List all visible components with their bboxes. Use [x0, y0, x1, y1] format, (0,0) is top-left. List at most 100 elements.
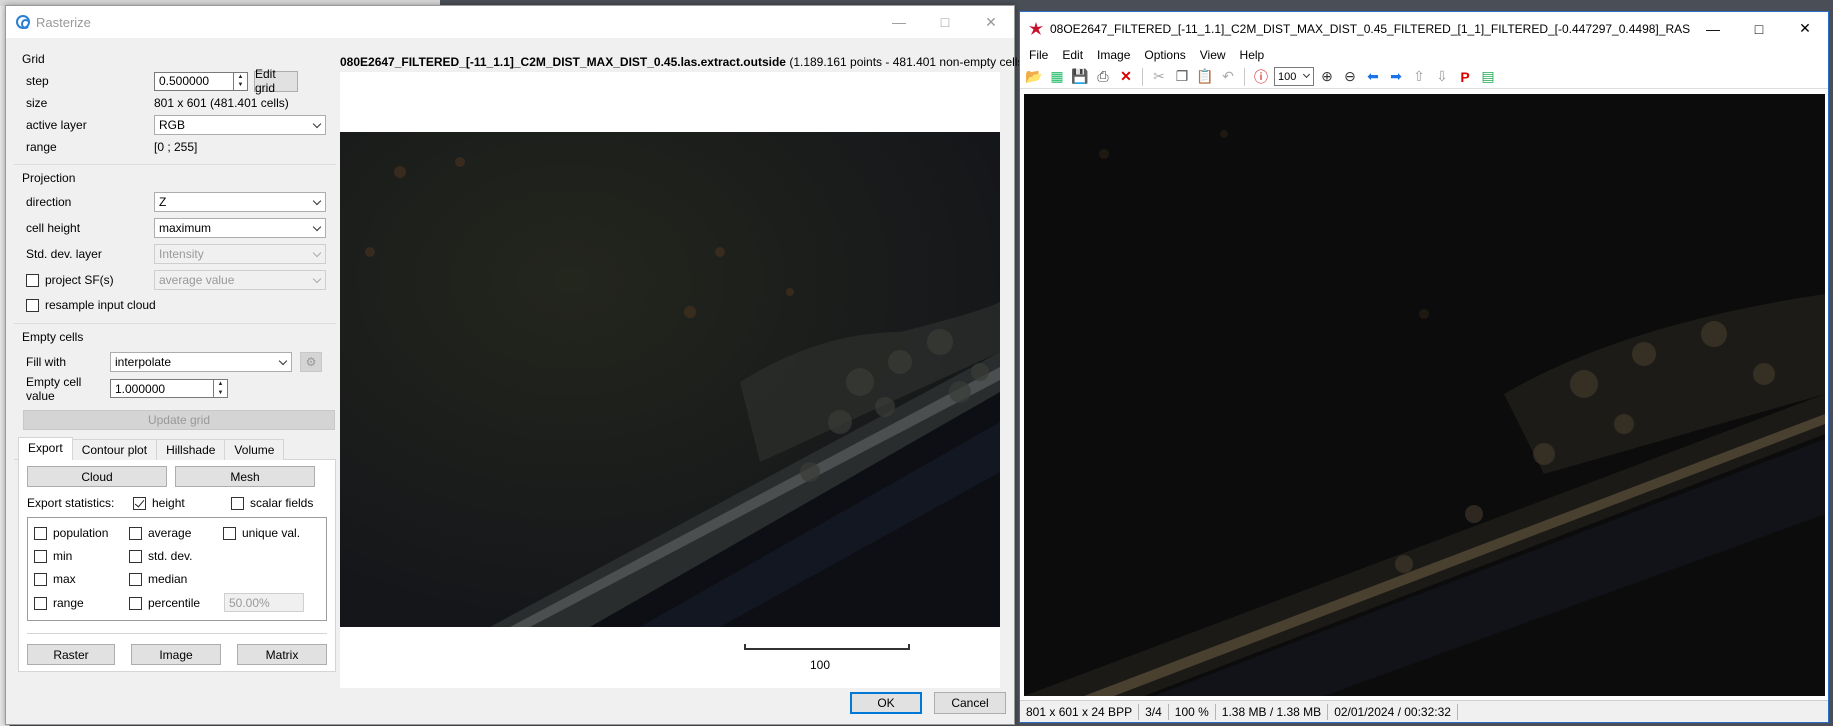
- tab-volume[interactable]: Volume: [224, 439, 285, 460]
- cancel-button[interactable]: Cancel: [934, 692, 1006, 714]
- viewer-minimize-icon[interactable]: —: [1690, 12, 1736, 45]
- irfanview-logo-icon: [1029, 21, 1043, 35]
- slideshow-icon[interactable]: ▦: [1047, 67, 1067, 87]
- image-viewer-window: 08OE2647_FILTERED_[-11_1.1]_C2M_DIST_MAX…: [1019, 11, 1829, 723]
- undo-icon[interactable]: ↶: [1218, 67, 1238, 87]
- delete-icon[interactable]: ✕: [1116, 67, 1136, 87]
- viewer-menubar: File Edit Image Options View Help: [1020, 45, 1828, 65]
- std-dev-layer-select[interactable]: Intensity: [154, 244, 326, 264]
- viewer-titlebar[interactable]: 08OE2647_FILTERED_[-11_1.1]_C2M_DIST_MAX…: [1020, 12, 1828, 45]
- minimize-icon[interactable]: —: [876, 6, 922, 38]
- save-icon[interactable]: 💾: [1070, 67, 1090, 87]
- project-sf-checkbox[interactable]: project SF(s): [26, 273, 154, 287]
- scalar-fields-checkbox[interactable]: scalar fields: [231, 496, 313, 510]
- previous-icon[interactable]: ⬅: [1363, 67, 1383, 87]
- close-icon[interactable]: ✕: [968, 6, 1014, 38]
- menu-help[interactable]: Help: [1233, 48, 1272, 62]
- active-layer-select[interactable]: RGB: [154, 115, 326, 135]
- projection-group: Projection direction Z cell height maxim…: [14, 164, 336, 317]
- zoom-select[interactable]: 100: [1274, 67, 1314, 86]
- direction-label: direction: [26, 195, 72, 209]
- raster-preview-image: [340, 132, 1000, 627]
- viewer-image[interactable]: [1024, 94, 1825, 696]
- population-checkbox[interactable]: population: [34, 526, 108, 540]
- raster-button[interactable]: Raster: [27, 644, 115, 665]
- step-spinner[interactable]: ▲ ▼: [234, 71, 248, 91]
- update-grid-button[interactable]: Update grid: [23, 410, 335, 430]
- unique-values-checkbox[interactable]: unique val.: [223, 526, 300, 540]
- last-page-icon[interactable]: ⇩: [1432, 67, 1452, 87]
- fill-with-select[interactable]: interpolate: [110, 351, 292, 372]
- rasterize-dialog: Rasterize — □ ✕ Grid step 0.500000 ▲ ▼ Ed…: [5, 5, 1027, 725]
- percentile-checkbox[interactable]: percentile: [129, 596, 200, 610]
- info-icon[interactable]: ⓘ: [1251, 67, 1271, 87]
- edit-grid-button[interactable]: Edit grid: [254, 67, 298, 95]
- min-checkbox[interactable]: min: [34, 549, 72, 563]
- dialog-titlebar[interactable]: Rasterize — □ ✕: [6, 6, 1014, 38]
- next-icon[interactable]: ➡: [1386, 67, 1406, 87]
- menu-file[interactable]: File: [1022, 48, 1055, 62]
- status-dimensions: 801 x 601 x 24 BPP: [1020, 703, 1140, 720]
- paste-icon[interactable]: 📋: [1195, 67, 1215, 87]
- size-value: 801 x 601 (481.401 cells): [154, 96, 289, 110]
- empty-cells-section-title: Empty cells: [22, 330, 84, 344]
- empty-cell-value-spinner[interactable]: ▲ ▼: [214, 379, 228, 398]
- project-sf-select[interactable]: average value: [154, 270, 326, 290]
- viewer-maximize-icon[interactable]: □: [1736, 12, 1782, 45]
- cell-height-select[interactable]: maximum: [154, 218, 326, 238]
- tab-export[interactable]: Export: [18, 437, 73, 460]
- empty-cell-value-label: Empty cell value: [26, 374, 82, 403]
- about-icon[interactable]: ▤: [1478, 67, 1498, 87]
- step-input[interactable]: 0.500000: [154, 71, 234, 91]
- menu-edit[interactable]: Edit: [1055, 48, 1090, 62]
- cut-icon[interactable]: ✂: [1149, 67, 1169, 87]
- zoom-out-icon[interactable]: ⊖: [1340, 67, 1360, 87]
- cloud-button[interactable]: Cloud: [27, 466, 167, 487]
- preview-title: 080E2647_FILTERED_[-11_1.1]_C2M_DIST_MAX…: [340, 55, 1027, 69]
- direction-select[interactable]: Z: [154, 192, 326, 212]
- scale-bar-value: 100: [810, 658, 831, 672]
- menu-view[interactable]: View: [1193, 48, 1233, 62]
- matrix-button[interactable]: Matrix: [237, 644, 327, 665]
- maximize-icon[interactable]: □: [922, 6, 968, 38]
- dialog-title: Rasterize: [36, 14, 91, 30]
- size-label: size: [26, 96, 48, 110]
- status-datetime: 02/01/2024 / 00:32:32: [1328, 703, 1458, 720]
- height-checkbox[interactable]: height: [133, 496, 231, 510]
- raster-preview[interactable]: 100: [340, 72, 1000, 688]
- paint-icon[interactable]: P: [1455, 67, 1475, 87]
- fill-settings-icon[interactable]: ⚙: [300, 351, 322, 372]
- active-layer-label: active layer: [26, 118, 87, 132]
- range-checkbox[interactable]: range: [34, 596, 84, 610]
- resample-input-cloud-checkbox[interactable]: resample input cloud: [26, 298, 156, 312]
- empty-cell-value-input[interactable]: 1.000000: [110, 379, 214, 398]
- grid-group: Grid step 0.500000 ▲ ▼ Edit grid size 801…: [14, 46, 336, 158]
- std-dev-checkbox[interactable]: std. dev.: [129, 549, 192, 563]
- menu-options[interactable]: Options: [1137, 48, 1192, 62]
- print-icon[interactable]: ⎙: [1093, 67, 1113, 87]
- scale-bar: [744, 644, 910, 650]
- open-folder-icon[interactable]: 📂: [1024, 67, 1044, 87]
- empty-cells-group: Empty cells Fill with interpolate ⚙ Empt…: [14, 323, 336, 403]
- average-checkbox[interactable]: average: [129, 526, 191, 540]
- tab-hillshade[interactable]: Hillshade: [156, 439, 226, 460]
- first-page-icon[interactable]: ⇧: [1409, 67, 1429, 87]
- status-page: 3/4: [1139, 703, 1169, 720]
- mesh-button[interactable]: Mesh: [175, 466, 315, 487]
- zoom-in-icon[interactable]: ⊕: [1317, 67, 1337, 87]
- percentile-input[interactable]: 50.00%: [224, 593, 304, 612]
- tab-contour-plot[interactable]: Contour plot: [71, 439, 158, 460]
- range-value: [0 ; 255]: [154, 140, 198, 154]
- status-memory: 1.38 MB / 1.38 MB: [1216, 703, 1329, 720]
- preview-cloud-name: 080E2647_FILTERED_[-11_1.1]_C2M_DIST_MAX…: [340, 55, 786, 69]
- viewer-close-icon[interactable]: ✕: [1782, 12, 1828, 45]
- copy-icon[interactable]: ❐: [1172, 67, 1192, 87]
- max-checkbox[interactable]: max: [34, 572, 76, 586]
- viewer-title: 08OE2647_FILTERED_[-11_1.1]_C2M_DIST_MAX…: [1050, 21, 1690, 36]
- export-tab-panel: Cloud Mesh Export statistics: height sca…: [18, 460, 336, 672]
- statistics-box: population average unique val. min std. …: [27, 517, 327, 621]
- ok-button[interactable]: OK: [850, 692, 922, 714]
- image-button[interactable]: Image: [131, 644, 221, 665]
- menu-image[interactable]: Image: [1090, 48, 1137, 62]
- median-checkbox[interactable]: median: [129, 572, 187, 586]
